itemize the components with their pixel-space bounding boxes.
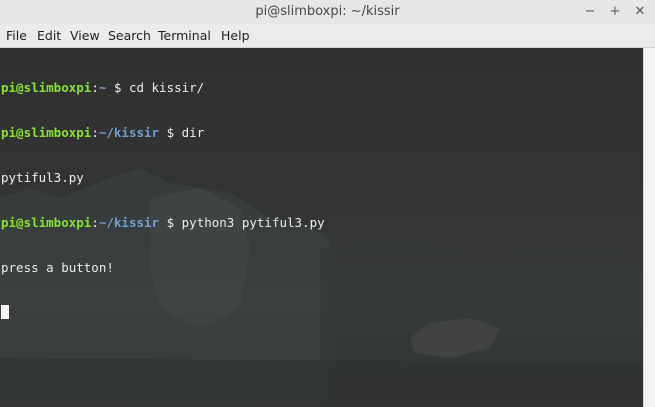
output-line: pytiful3.py	[1, 170, 84, 185]
menu-file[interactable]: File	[6, 24, 27, 47]
terminal-line: pi@slimboxpi:~/kissir $ python3 pytiful3…	[1, 215, 325, 230]
maximize-button[interactable]: +	[605, 0, 625, 24]
prompt-sep: :	[91, 125, 99, 140]
prompt-user: pi@slimboxpi	[1, 125, 92, 140]
prompt-path: ~/kissir	[98, 125, 160, 140]
prompt-symbol: $	[159, 125, 182, 140]
menu-bar: File Edit View Search Terminal Help	[0, 24, 655, 48]
prompt-symbol: $	[106, 80, 129, 95]
prompt-path: ~/kissir	[98, 215, 160, 230]
scrollbar[interactable]	[643, 48, 655, 407]
prompt-user: pi@slimboxpi	[1, 80, 92, 95]
terminal-line: pi@slimboxpi:~/kissir $ dir	[1, 125, 325, 140]
cursor-line	[1, 305, 325, 320]
menu-edit[interactable]: Edit	[37, 24, 61, 47]
terminal-area[interactable]: pi@slimboxpi:~ $ cd kissir/ pi@slimboxpi…	[0, 48, 643, 407]
command-text: python3 pytiful3.py	[181, 215, 325, 230]
close-button[interactable]: ✕	[630, 0, 650, 24]
menu-view[interactable]: View	[70, 24, 100, 47]
minimize-button[interactable]: −	[580, 0, 600, 24]
text-cursor	[1, 305, 9, 319]
title-bar[interactable]: pi@slimboxpi: ~/kissir − + ✕	[0, 0, 655, 24]
terminal-window: pi@slimboxpi: ~/kissir − + ✕ File Edit V…	[0, 0, 655, 407]
prompt-symbol: $	[159, 215, 182, 230]
output-line: press a button!	[1, 260, 114, 275]
window-title: pi@slimboxpi: ~/kissir	[255, 4, 400, 19]
prompt-sep: :	[91, 215, 99, 230]
menu-search[interactable]: Search	[108, 24, 151, 47]
terminal-line: pi@slimboxpi:~ $ cd kissir/	[1, 80, 325, 95]
prompt-user: pi@slimboxpi	[1, 215, 92, 230]
prompt-sep: :	[91, 80, 99, 95]
command-text: dir	[181, 125, 205, 140]
menu-terminal[interactable]: Terminal	[158, 24, 211, 47]
terminal-output: pi@slimboxpi:~ $ cd kissir/ pi@slimboxpi…	[1, 50, 325, 350]
menu-help[interactable]: Help	[221, 24, 250, 47]
command-text: cd kissir/	[128, 80, 205, 95]
